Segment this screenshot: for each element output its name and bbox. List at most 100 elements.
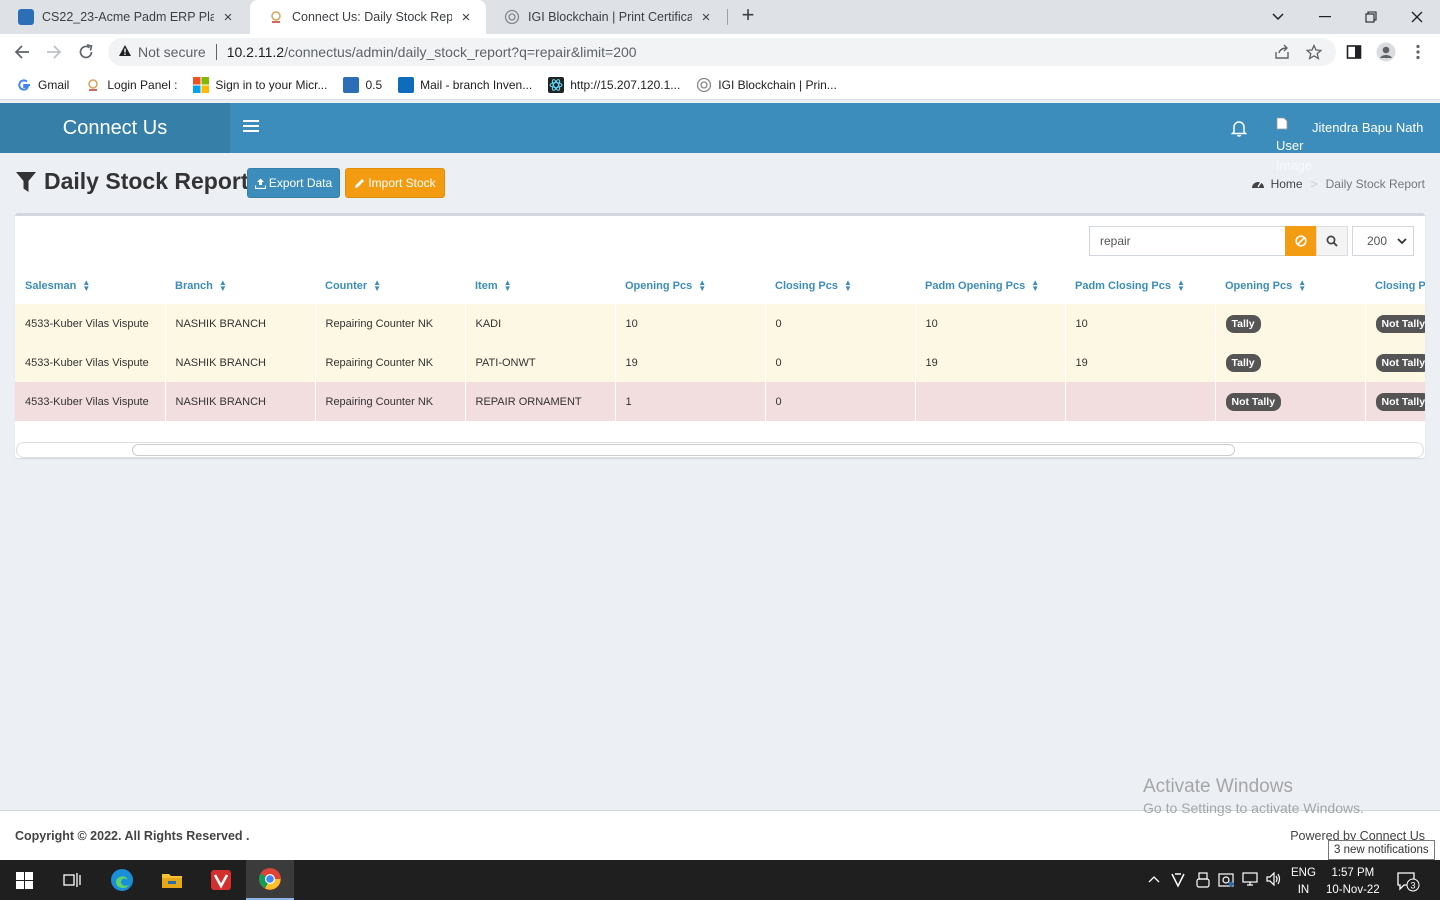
user-image-alt: Image [1276, 158, 1313, 173]
bookmark-igi[interactable]: IGI Blockchain | Prin... [696, 77, 837, 93]
column-header-padm-closing-pcs[interactable]: Padm Closing Pcs ▲ ▼ [1065, 268, 1215, 304]
tab-close-icon[interactable]: × [220, 9, 236, 26]
task-view-icon[interactable] [48, 860, 96, 900]
sort-icon[interactable]: ▲ ▼ [698, 279, 706, 293]
chrome-browser-icon[interactable] [246, 860, 294, 900]
column-header-closing-status[interactable]: Closing Pcs▲▼ [1365, 268, 1425, 304]
closing-status-cell: Not Tally [1365, 304, 1425, 343]
broken-image-icon [1276, 116, 1308, 136]
region-code: IN [1297, 884, 1310, 896]
export-data-button[interactable]: Export Data [247, 168, 340, 198]
column-header-salesman[interactable]: Salesman ▲ ▼ [15, 268, 165, 304]
browser-tab-igi[interactable]: IGI Blockchain | Print Certificate × [486, 0, 726, 34]
network-icon[interactable] [1241, 872, 1259, 888]
column-header-padm-opening-pcs[interactable]: Padm Opening Pcs ▲ ▼ [915, 268, 1065, 304]
sort-icon[interactable]: ▲ ▼ [1177, 279, 1185, 293]
app-logo[interactable]: Connect Us [0, 103, 230, 153]
item-cell: REPAIR ORNAMENT [465, 382, 616, 421]
bookmark-mail[interactable]: Mail - branch Inven... [398, 76, 532, 93]
tray-security-icon[interactable] [1217, 872, 1235, 888]
tray-overflow-chevron-icon[interactable] [1145, 872, 1163, 888]
notification-bell-icon[interactable] [1230, 119, 1248, 137]
new-tab-button[interactable]: + [736, 4, 760, 28]
sort-icon[interactable]: ▲ ▼ [1298, 279, 1306, 293]
import-stock-button[interactable]: Import Stock [345, 168, 445, 198]
limit-select[interactable]: 200 [1352, 226, 1414, 256]
sort-icon[interactable]: ▲ ▼ [504, 279, 512, 293]
user-name[interactable]: Jitendra Bapu Nath [1312, 120, 1423, 135]
table-row: 4533-Kuber Vilas Vispute NASHIK BRANCH R… [15, 343, 1425, 382]
column-header-item[interactable]: Item ▲ ▼ [465, 268, 615, 304]
minimize-icon[interactable] [1302, 0, 1348, 34]
bookmark-gmail[interactable]: Gmail [16, 77, 69, 93]
column-header-counter[interactable]: Counter ▲ ▼ [315, 268, 465, 304]
edge-browser-icon[interactable] [98, 860, 146, 900]
bookmark-label: http://15.207.120.1... [570, 77, 681, 92]
tray-usb-icon[interactable] [1194, 872, 1212, 888]
status-badge: Not Tally [1375, 314, 1425, 333]
tab-close-icon[interactable]: × [458, 9, 474, 26]
user-image-alt: User [1276, 138, 1304, 153]
scrollbar-thumb[interactable] [132, 444, 1235, 456]
bookmark-microsoft[interactable]: Sign in to your Micr... [193, 76, 327, 93]
column-header-branch[interactable]: Branch ▲ ▼ [165, 268, 315, 304]
bookmark-ip[interactable]: http://15.207.120.1... [548, 76, 681, 93]
notification-center-icon[interactable]: 3 [1396, 870, 1420, 892]
url-host: 10.2.11.2 [226, 44, 285, 60]
tab-title: CS22_23-Acme Padm ERP Platfor [42, 10, 214, 24]
file-explorer-icon[interactable] [148, 860, 196, 900]
sidebar-toggle-icon[interactable] [243, 120, 259, 136]
pdf-app-icon[interactable] [197, 860, 245, 900]
pencil-icon [355, 178, 365, 188]
horizontal-scrollbar[interactable] [16, 442, 1424, 458]
reload-icon[interactable] [74, 40, 98, 64]
tray-app-icon[interactable] [1169, 872, 1187, 888]
clear-search-button[interactable] [1285, 226, 1316, 256]
volume-icon[interactable] [1265, 871, 1283, 888]
tab-close-icon[interactable]: × [698, 9, 714, 26]
browser-tab-connectus[interactable]: Connect Us: Daily Stock Report × [250, 0, 486, 34]
sort-icon[interactable]: ▲ ▼ [1031, 279, 1039, 293]
menu-kebab-icon[interactable] [1407, 42, 1429, 62]
column-header-opening-status[interactable]: Opening Pcs ▲ ▼ [1215, 268, 1365, 304]
column-header-opening-pcs[interactable]: Opening Pcs ▲ ▼ [615, 268, 765, 304]
security-label[interactable]: Not secure [138, 44, 206, 60]
microsoft-logo-icon [193, 76, 210, 93]
taskbar-clock[interactable]: 1:57 PM 10-Nov-22 [1326, 865, 1380, 899]
breadcrumb-home-link[interactable]: Home [1271, 177, 1303, 191]
browser-tab-erp[interactable]: CS22_23-Acme Padm ERP Platfor × [0, 0, 248, 34]
igi-favicon-icon [504, 9, 520, 25]
user-avatar[interactable]: User Image [1276, 116, 1313, 176]
bookmark-star-icon[interactable] [1303, 42, 1325, 62]
tab-search-chevron-icon[interactable] [1255, 0, 1301, 34]
sort-icon[interactable]: ▲ ▼ [373, 279, 381, 293]
sort-icon[interactable]: ▲ ▼ [219, 279, 227, 293]
bookmark-login-panel[interactable]: Login Panel : [85, 77, 177, 93]
padm-opening-pcs-cell: 10 [915, 304, 1066, 343]
sort-icon[interactable]: ▲ ▼ [844, 279, 852, 293]
closing-status-cell: Not Tally [1365, 382, 1425, 421]
windows-start-icon[interactable] [0, 860, 48, 900]
language-code: ENG [1291, 867, 1316, 879]
back-arrow-icon[interactable] [10, 40, 34, 64]
search-input[interactable]: repair [1089, 226, 1286, 256]
bookmarks-bar: Gmail Login Panel : Sign in to your Micr… [0, 70, 1440, 100]
branch-cell: NASHIK BRANCH [165, 343, 316, 382]
share-icon[interactable] [1271, 42, 1293, 62]
address-bar[interactable]: Not secure 10.2.11.2 /connectus/admin/da… [108, 38, 1336, 66]
side-panel-icon[interactable] [1343, 42, 1365, 62]
breadcrumb-separator: > [1310, 177, 1318, 191]
search-button[interactable] [1316, 226, 1348, 256]
search-icon [1326, 235, 1338, 247]
opening-pcs-cell: 1 [615, 382, 766, 421]
bookmark-0-5[interactable]: 0.5 [343, 76, 382, 93]
dashboard-gauge-icon [1251, 181, 1264, 188]
close-window-icon[interactable] [1394, 0, 1440, 34]
language-indicator[interactable]: ENG IN [1291, 865, 1316, 899]
column-header-closing-pcs[interactable]: Closing Pcs ▲ ▼ [765, 268, 915, 304]
copyright-text: Copyright © 2022. All Rights Reserved . [15, 829, 250, 843]
forward-arrow-icon[interactable] [42, 40, 66, 64]
profile-avatar-icon[interactable] [1375, 42, 1397, 62]
restore-icon[interactable] [1348, 0, 1394, 34]
sort-icon[interactable]: ▲ ▼ [82, 279, 90, 293]
